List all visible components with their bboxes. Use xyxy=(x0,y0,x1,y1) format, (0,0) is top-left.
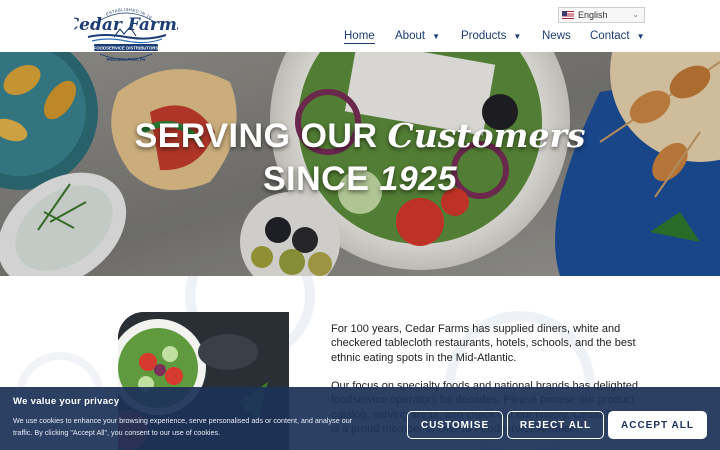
us-flag-icon xyxy=(562,11,574,19)
language-selector[interactable]: English ⌄ xyxy=(558,7,645,23)
cookie-title: We value your privacy xyxy=(13,396,120,407)
language-label: English xyxy=(578,10,608,20)
chevron-down-icon: ▼ xyxy=(432,31,440,41)
nav-home-label: Home xyxy=(344,30,375,42)
site-header: ESTABLISHED IN 1925 Cedar Farms FOODSERV… xyxy=(0,0,720,62)
cookie-description: We use cookies to enhance your browsing … xyxy=(13,416,353,437)
nav-item-news[interactable]: News xyxy=(542,30,571,42)
reject-all-button[interactable]: REJECT ALL xyxy=(507,411,604,439)
hero-heading-script: Customers xyxy=(387,116,586,155)
accept-all-button[interactable]: ACCEPT ALL xyxy=(608,411,707,439)
nav-news-label: News xyxy=(542,30,571,42)
cookie-consent-banner: We value your privacy We use cookies to … xyxy=(0,387,720,450)
nav-item-contact[interactable]: Contact ▼ xyxy=(590,30,645,42)
nav-item-products[interactable]: Products ▼ xyxy=(461,30,521,42)
nav-contact-label: Contact xyxy=(590,30,630,42)
hero-heading-part: SINCE xyxy=(262,160,370,198)
chevron-down-icon: ▼ xyxy=(513,31,522,41)
main-nav: Home About ▼ Products ▼ News Contact ▼ xyxy=(0,30,720,46)
nav-item-about[interactable]: About ▼ xyxy=(395,30,440,42)
hero-heading-year: 1925 xyxy=(379,160,457,198)
nav-about-label: About xyxy=(395,30,426,42)
chevron-down-icon: ▼ xyxy=(636,31,645,41)
nav-products-label: Products xyxy=(461,30,507,42)
hero-heading-line1: SERVING OUR Customers xyxy=(0,116,720,156)
nav-item-home[interactable]: Home xyxy=(344,30,375,44)
hero-heading-part: SERVING OUR xyxy=(134,117,378,155)
logo-tagline: FOODSERVICE DISTRIBUTORS xyxy=(94,46,159,51)
customise-button[interactable]: CUSTOMISE xyxy=(407,411,503,439)
hero-heading-line2: SINCE 1925 xyxy=(0,160,720,199)
hero-banner: SERVING OUR Customers SINCE 1925 xyxy=(0,52,720,276)
intro-paragraph-1: For 100 years, Cedar Farms has supplied … xyxy=(331,323,636,364)
chevron-down-icon: ⌄ xyxy=(632,10,639,19)
logo-city: PHILADELPHIA, PA xyxy=(107,57,146,62)
